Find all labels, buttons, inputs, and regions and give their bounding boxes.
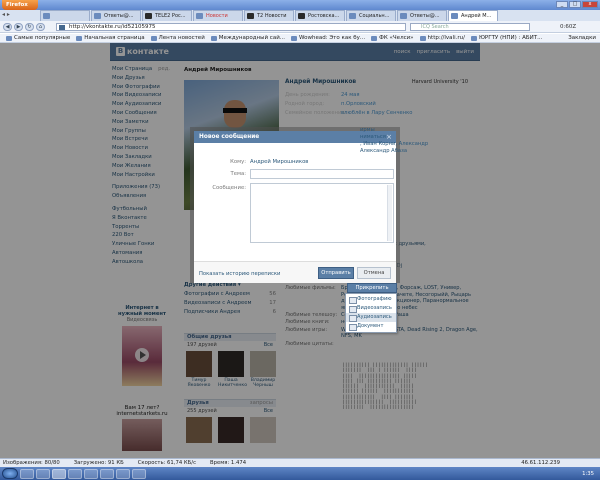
taskbar-item-firefox[interactable] bbox=[52, 468, 66, 479]
taskbar-item[interactable] bbox=[20, 468, 34, 479]
subject-input[interactable] bbox=[250, 169, 394, 179]
browser-tab[interactable]: Новости bbox=[193, 10, 243, 21]
browser-tab[interactable] bbox=[40, 10, 90, 21]
extra-text[interactable]: ирмы bbox=[360, 127, 375, 133]
reload-icon[interactable]: ↻ bbox=[25, 23, 34, 31]
info-key: День рождения: bbox=[285, 92, 330, 98]
start-button[interactable] bbox=[2, 468, 18, 479]
message-label: Сообщение: bbox=[212, 185, 246, 191]
browser-tab[interactable]: Ответы@... bbox=[397, 10, 447, 21]
window-controls: _ □ x bbox=[556, 1, 598, 8]
info-value[interactable]: влюблён в Лару Сенченко bbox=[341, 110, 412, 116]
status-bar: Изображения: 80/80 Загружено: 91 КБ Скор… bbox=[0, 458, 600, 467]
taskbar-item[interactable] bbox=[68, 468, 82, 479]
windows-taskbar: 1:35 bbox=[0, 467, 600, 480]
info-value[interactable]: 24 мая bbox=[341, 92, 359, 98]
vk-page: Вконтакте поиск пригласить выйти Мои Стран… bbox=[0, 43, 600, 458]
to-label: Кому: bbox=[230, 159, 246, 165]
taskbar-item[interactable] bbox=[116, 468, 130, 479]
attach-button[interactable]: Прикрепить bbox=[347, 283, 397, 293]
taskbar-clock: 1:35 bbox=[582, 470, 594, 477]
taskbar-item[interactable] bbox=[84, 468, 98, 479]
profile-info-row: Родной город: п.Орловский bbox=[285, 101, 485, 108]
browser-tab[interactable]: Ростовска... bbox=[295, 10, 345, 21]
bookmark-item[interactable]: ФК «Челси» bbox=[371, 34, 414, 42]
browser-tab[interactable]: T2 Новости bbox=[244, 10, 294, 21]
forward-icon[interactable]: ▶ bbox=[14, 23, 23, 31]
bookmark-item[interactable]: Начальная страница bbox=[76, 34, 145, 42]
subject-label: Тема: bbox=[230, 171, 246, 177]
search-input[interactable]: ICQ Search bbox=[410, 23, 530, 31]
navigation-toolbar: ◀ ▶ ↻ ⌂ http://vkontakte.ru/id52105975 I… bbox=[0, 21, 600, 33]
attach-menu-item-video[interactable]: Видеозапись bbox=[346, 304, 396, 313]
extra-text[interactable]: Александр Абаза bbox=[360, 148, 407, 154]
status-loaded: Загружено: 91 КБ bbox=[73, 460, 124, 466]
browser-tab[interactable]: TELE2 Рос... bbox=[142, 10, 192, 21]
profile-extra-line: , Иван Корни, Александр bbox=[360, 141, 560, 148]
bookmarks-menu[interactable]: Закладки bbox=[568, 34, 600, 42]
browser-tab[interactable]: Социальн... bbox=[346, 10, 396, 21]
maximize-button[interactable]: □ bbox=[569, 1, 581, 8]
info-key: Семейное положение: bbox=[285, 110, 347, 116]
info-key: Родной город: bbox=[285, 101, 325, 107]
taskbar-item[interactable] bbox=[36, 468, 50, 479]
bookmarks-bar: Самые популярные Начальная страница Лента … bbox=[0, 34, 600, 43]
firefox-title-bar: Firefox _ □ x bbox=[0, 0, 600, 10]
send-button[interactable]: Отправить bbox=[318, 267, 354, 279]
status-images: Изображения: 80/80 bbox=[3, 460, 60, 466]
browser-tab[interactable]: Ответы@... bbox=[91, 10, 141, 21]
url-bar[interactable]: http://vkontakte.ru/id52105975 bbox=[56, 23, 406, 31]
profile-info-row: Семейное положение:влюблён в Лару Сенчен… bbox=[285, 110, 485, 117]
tab-scroll-arrows[interactable]: ◂ ▸ bbox=[2, 11, 10, 18]
minimize-button[interactable]: _ bbox=[556, 1, 568, 8]
close-window-button[interactable]: x bbox=[582, 1, 598, 8]
back-icon[interactable]: ◀ bbox=[3, 23, 12, 31]
bookmark-item[interactable]: Самые популярные bbox=[6, 34, 70, 42]
bookmark-item[interactable]: Wowhead: Это как бу... bbox=[291, 34, 365, 42]
extra-text[interactable]: ниматься bbox=[360, 134, 386, 140]
profile-info-row: День рождения: 24 мая bbox=[285, 92, 485, 99]
tab-strip: Ответы@... TELE2 Рос... Новости T2 Новости Р… bbox=[0, 10, 600, 21]
home-icon[interactable]: ⌂ bbox=[36, 23, 45, 31]
status-time: Время: 1.474 bbox=[210, 460, 247, 466]
attach-menu-item-document[interactable]: Документ bbox=[346, 322, 396, 331]
show-history-link[interactable]: Показать историю переписки bbox=[199, 271, 280, 277]
bookmark-item[interactable]: Международный сай... bbox=[210, 34, 285, 42]
taskbar-item[interactable] bbox=[132, 468, 146, 479]
dialog-footer: Показать историю переписки Отправить Отм… bbox=[194, 261, 396, 283]
status-speed: Скорость: 61,74 КБ/с bbox=[137, 460, 196, 466]
attach-menu: Фотографию Видеозапись Аудиозапись Документ bbox=[345, 293, 397, 333]
bookmark-item[interactable]: ЮРГТУ (НПИ) : АБИТ... bbox=[470, 34, 542, 42]
profile-extra-line: ниматься bbox=[360, 134, 560, 141]
status-ip: 46.61.112.239 bbox=[521, 460, 560, 466]
browser-tab[interactable]: Андрей М... bbox=[448, 10, 498, 21]
toolbar-clock: 0:60Z bbox=[560, 24, 577, 30]
extra-text[interactable]: , Иван Корни, Александр bbox=[360, 141, 428, 147]
bookmark-item[interactable]: Лента новостей bbox=[150, 34, 205, 42]
firefox-menu-button[interactable]: Firefox bbox=[2, 0, 38, 10]
message-textarea[interactable] bbox=[250, 183, 394, 243]
cancel-button[interactable]: Отмена bbox=[357, 267, 391, 279]
bookmark-item[interactable]: http://lvali.ru/ bbox=[419, 34, 465, 42]
taskbar-item[interactable] bbox=[100, 468, 114, 479]
attach-menu-item-photo[interactable]: Фотографию bbox=[346, 295, 396, 304]
attach-menu-item-audio[interactable]: Аудиозапись bbox=[346, 313, 396, 322]
recipient-name[interactable]: Андрей Мирошников bbox=[250, 159, 308, 165]
profile-extra-line: Александр Абаза bbox=[360, 148, 560, 155]
info-value[interactable]: п.Орловский bbox=[341, 101, 376, 107]
profile-extra-line: ирмы bbox=[360, 127, 560, 134]
